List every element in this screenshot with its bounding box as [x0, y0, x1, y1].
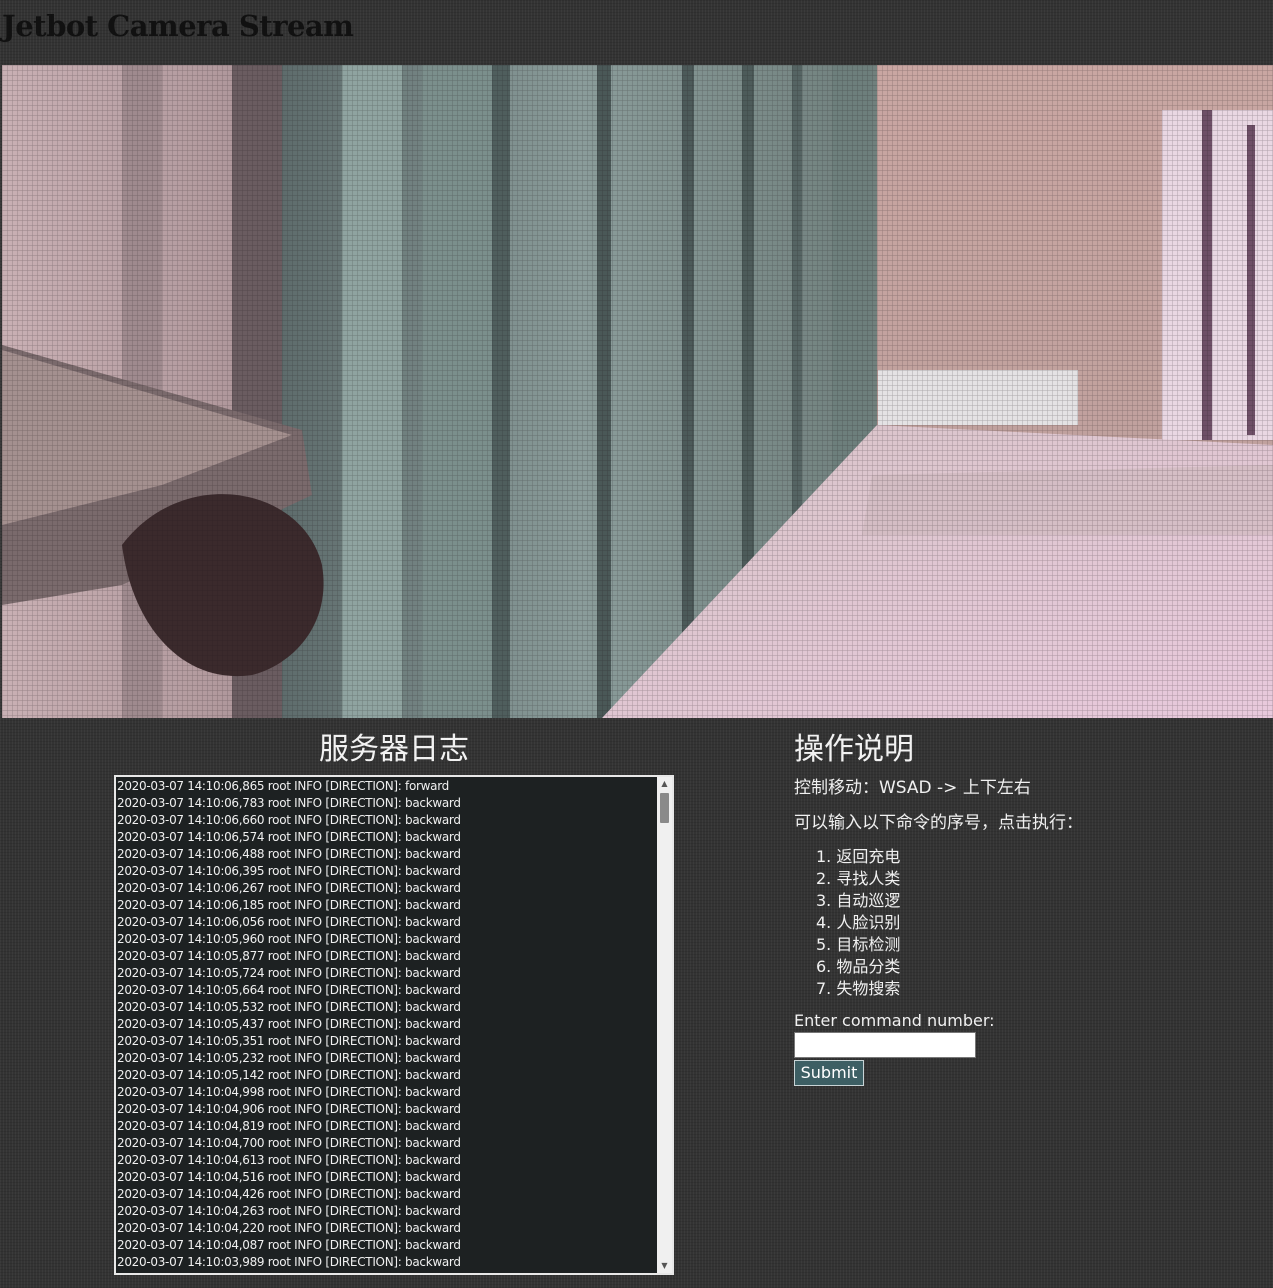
log-line: 2020-03-07 14:10:04,087 root INFO [DIREC… — [117, 1238, 461, 1252]
log-line: 2020-03-07 14:10:06,574 root INFO [DIREC… — [117, 830, 461, 844]
log-line: 2020-03-07 14:10:05,232 root INFO [DIREC… — [117, 1051, 461, 1065]
log-line: 2020-03-07 14:10:04,426 root INFO [DIREC… — [117, 1187, 461, 1201]
log-line: 2020-03-07 14:10:05,351 root INFO [DIREC… — [117, 1034, 461, 1048]
command-item-6: 6. 物品分类 — [816, 957, 901, 976]
server-log-box[interactable]: 2020-03-07 14:10:06,865 root INFO [DIREC… — [114, 775, 674, 1275]
log-line: 2020-03-07 14:10:06,865 root INFO [DIREC… — [117, 779, 449, 793]
log-line: 2020-03-07 14:10:06,488 root INFO [DIREC… — [117, 847, 461, 861]
log-line: 2020-03-07 14:10:04,998 root INFO [DIREC… — [117, 1085, 461, 1099]
scroll-thumb[interactable] — [660, 793, 669, 823]
server-log-heading: 服务器日志 — [319, 732, 469, 767]
log-line: 2020-03-07 14:10:04,700 root INFO [DIREC… — [117, 1136, 461, 1150]
page-title: Jetbot Camera Stream — [2, 9, 354, 43]
command-item-2: 2. 寻找人类 — [816, 869, 901, 888]
log-line: 2020-03-07 14:10:05,960 root INFO [DIREC… — [117, 932, 461, 946]
log-line: 2020-03-07 14:10:05,437 root INFO [DIREC… — [117, 1017, 461, 1031]
log-line: 2020-03-07 14:10:05,142 root INFO [DIREC… — [117, 1068, 461, 1082]
log-line: 2020-03-07 14:10:04,819 root INFO [DIREC… — [117, 1119, 461, 1133]
scroll-up-icon[interactable]: ▲ — [657, 777, 672, 791]
command-item-7: 7. 失物搜索 — [816, 979, 901, 998]
log-line: 2020-03-07 14:10:06,185 root INFO [DIREC… — [117, 898, 461, 912]
log-line: 2020-03-07 14:10:04,220 root INFO [DIREC… — [117, 1221, 461, 1235]
command-number-label: Enter command number: — [794, 1011, 995, 1030]
log-line: 2020-03-07 14:10:06,267 root INFO [DIREC… — [117, 881, 461, 895]
log-scrollbar[interactable]: ▲ ▼ — [657, 777, 672, 1273]
command-intro: 可以输入以下命令的序号，点击执行： — [794, 813, 1083, 833]
submit-button[interactable]: Submit — [794, 1060, 864, 1086]
log-line: 2020-03-07 14:10:04,516 root INFO [DIREC… — [117, 1170, 461, 1184]
server-log-lines: 2020-03-07 14:10:06,865 root INFO [DIREC… — [116, 778, 659, 1271]
command-list: 1. 返回充电 2. 寻找人类 3. 自动巡逻 4. 人脸识别 5. 目标检测 … — [794, 846, 900, 1000]
log-line: 2020-03-07 14:10:05,724 root INFO [DIREC… — [117, 966, 461, 980]
log-line: 2020-03-07 14:10:06,660 root INFO [DIREC… — [117, 813, 461, 827]
scroll-down-icon[interactable]: ▼ — [657, 1259, 672, 1273]
move-instructions: 控制移动：WSAD -> 上下左右 — [794, 778, 1031, 798]
log-line: 2020-03-07 14:10:05,877 root INFO [DIREC… — [117, 949, 461, 963]
command-item-5: 5. 目标检测 — [816, 935, 901, 954]
log-line: 2020-03-07 14:10:05,532 root INFO [DIREC… — [117, 1000, 461, 1014]
log-line: 2020-03-07 14:10:06,395 root INFO [DIREC… — [117, 864, 461, 878]
command-number-input[interactable] — [794, 1032, 976, 1058]
log-line: 2020-03-07 14:10:05,664 root INFO [DIREC… — [117, 983, 461, 997]
command-item-4: 4. 人脸识别 — [816, 913, 901, 932]
log-line: 2020-03-07 14:10:03,989 root INFO [DIREC… — [117, 1255, 461, 1269]
command-item-1: 1. 返回充电 — [816, 847, 901, 866]
log-line: 2020-03-07 14:10:06,783 root INFO [DIREC… — [117, 796, 461, 810]
help-heading: 操作说明 — [794, 732, 914, 767]
log-line: 2020-03-07 14:10:04,906 root INFO [DIREC… — [117, 1102, 461, 1116]
log-line: 2020-03-07 14:10:04,613 root INFO [DIREC… — [117, 1153, 461, 1167]
log-line: 2020-03-07 14:10:04,263 root INFO [DIREC… — [117, 1204, 461, 1218]
command-item-3: 3. 自动巡逻 — [816, 891, 901, 910]
log-line: 2020-03-07 14:10:06,056 root INFO [DIREC… — [117, 915, 461, 929]
camera-stream-image — [2, 65, 1273, 718]
